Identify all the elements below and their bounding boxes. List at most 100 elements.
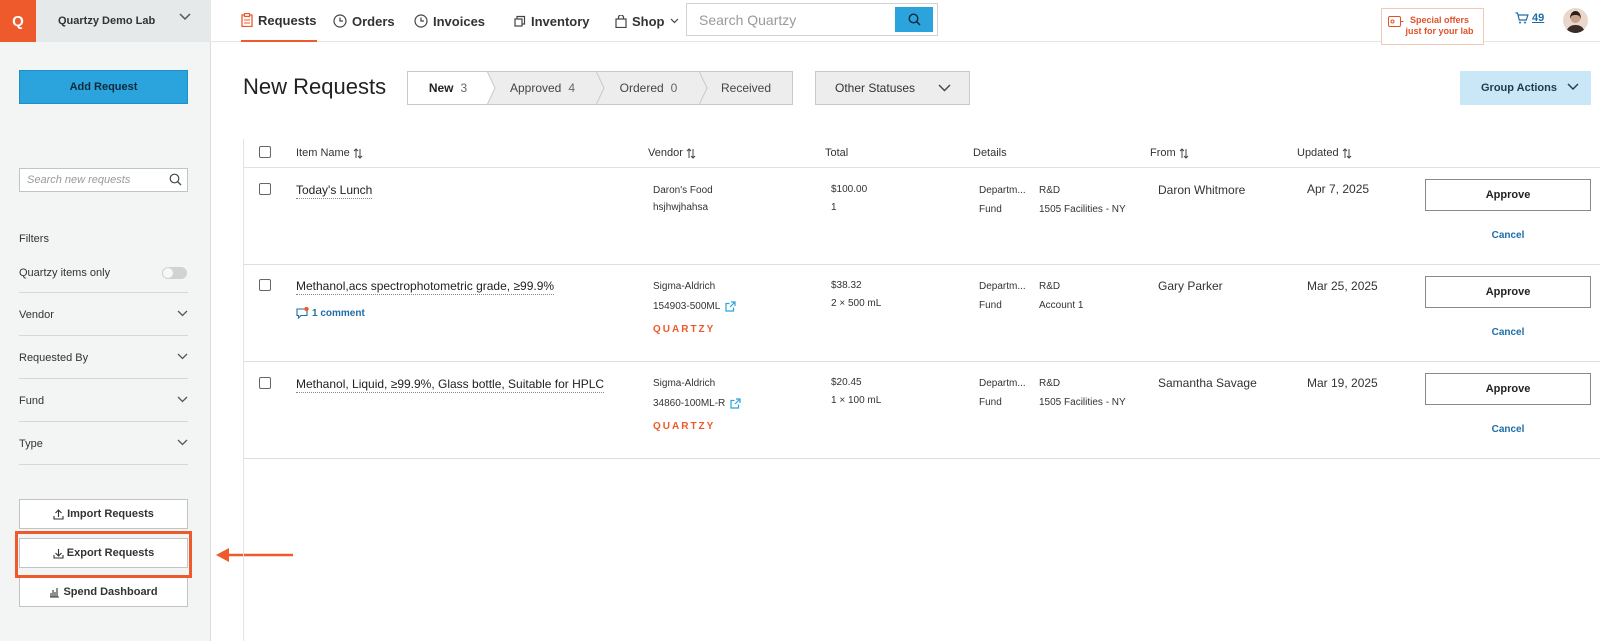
approve-button[interactable]: Approve (1425, 179, 1591, 211)
nav-orders[interactable]: Orders (333, 0, 395, 42)
department-value: R&D (1039, 185, 1061, 196)
updated-date: Apr 7, 2025 (1307, 182, 1370, 196)
total-price: $38.32 (831, 280, 862, 291)
page-title: New Requests (243, 74, 387, 99)
table-row: Today's Lunch Daron's Food hsjhwjhahsa $… (244, 168, 1600, 265)
search-icon (907, 13, 921, 26)
cancel-link[interactable]: Cancel (1425, 230, 1591, 241)
quantity: 2 × 500 mL (831, 298, 882, 309)
approve-button[interactable]: Approve (1425, 276, 1591, 308)
tab-ordered-count: 0 (670, 81, 678, 95)
chevron-down-icon (177, 353, 188, 360)
fund-value: Account 1 (1039, 300, 1084, 311)
col-updated[interactable]: Updated (1297, 147, 1352, 159)
row-checkbox[interactable] (259, 183, 271, 195)
spend-dashboard-button[interactable]: Spend Dashboard (19, 577, 188, 607)
cancel-link[interactable]: Cancel (1425, 327, 1591, 338)
upload-icon (53, 508, 64, 520)
nav-invoices[interactable]: Invoices (414, 0, 485, 42)
col-item-name[interactable]: Item Name (296, 147, 363, 159)
external-link-icon[interactable] (725, 301, 736, 312)
select-all-checkbox[interactable] (259, 146, 271, 158)
global-search-input[interactable] (687, 4, 892, 35)
filter-vendor[interactable]: Vendor (19, 293, 188, 336)
filter-fund-label: Fund (19, 395, 45, 407)
sidebar-search (19, 168, 188, 192)
nav-requests[interactable]: Requests (241, 0, 317, 42)
global-search (686, 3, 938, 36)
chevron-separator (596, 71, 605, 105)
spend-dashboard-label: Spend Dashboard (63, 586, 158, 598)
cancel-link[interactable]: Cancel (1425, 424, 1591, 435)
requested-from: Samantha Savage (1158, 376, 1257, 390)
other-statuses-label: Other Statuses (835, 81, 916, 95)
comment-icon (296, 307, 309, 319)
sort-icon (353, 147, 363, 159)
tab-new[interactable]: New 3 (407, 71, 496, 105)
tab-approved[interactable]: Approved 4 (488, 71, 605, 105)
fund-label: Fund (979, 397, 1002, 408)
filter-fund[interactable]: Fund (19, 379, 188, 422)
chevron-separator (487, 71, 496, 105)
row-checkbox[interactable] (259, 279, 271, 291)
nav-inventory[interactable]: Inventory (514, 0, 590, 42)
quartzy-logo[interactable]: Q (0, 0, 36, 42)
item-name-link[interactable]: Methanol,acs spectrophotometric grade, ≥… (296, 279, 555, 295)
requested-from: Gary Parker (1158, 279, 1223, 293)
nav-shop[interactable]: Shop (615, 0, 679, 42)
cart-count: 49 (1532, 12, 1545, 24)
col-from[interactable]: From (1150, 147, 1189, 159)
bar-chart-icon (50, 587, 60, 598)
clock-icon (333, 14, 347, 28)
bag-icon (615, 14, 627, 28)
tab-ordered[interactable]: Ordered 0 (597, 71, 708, 105)
filter-requested-by[interactable]: Requested By (19, 336, 188, 379)
comment-link[interactable]: 1 comment (296, 307, 365, 319)
user-avatar[interactable] (1563, 8, 1588, 33)
approve-button[interactable]: Approve (1425, 373, 1591, 405)
search-requests-input[interactable] (20, 169, 165, 191)
import-requests-button[interactable]: Import Requests (19, 499, 188, 529)
external-link-icon[interactable] (730, 398, 741, 409)
quantity: 1 × 100 mL (831, 395, 882, 406)
item-name-link[interactable]: Methanol, Liquid, ≥99.9%, Glass bottle, … (296, 377, 605, 393)
row-checkbox[interactable] (259, 377, 271, 389)
quantity: 1 (831, 202, 837, 213)
quartzy-badge: QUARTZY (653, 421, 716, 432)
quartzy-items-only-label: Quartzy items only (19, 267, 111, 279)
filter-type[interactable]: Type (19, 422, 188, 465)
ticket-icon (1388, 16, 1404, 27)
chevron-down-icon (670, 18, 678, 24)
quartzy-items-only-filter: Quartzy items only (19, 260, 188, 293)
catalog-number: 34860-100ML-R (653, 398, 741, 409)
nav-invoices-label: Invoices (433, 13, 486, 29)
tab-received-label: Received (720, 81, 772, 95)
catalog-number-text: 154903-500ML (653, 301, 721, 312)
quartzy-badge: QUARTZY (653, 324, 716, 335)
chevron-down-icon (179, 13, 191, 21)
col-item-name-label: Item Name (296, 147, 350, 159)
col-total-label: Total (825, 147, 849, 159)
item-name-link[interactable]: Today's Lunch (296, 183, 373, 199)
quartzy-items-only-toggle[interactable] (162, 267, 187, 279)
add-request-button[interactable]: Add Request (19, 70, 188, 104)
chevron-down-icon (177, 396, 188, 403)
special-offers-banner[interactable]: Special offers just for your lab (1381, 8, 1484, 45)
import-requests-label: Import Requests (67, 508, 154, 520)
group-actions-dropdown[interactable]: Group Actions (1460, 71, 1591, 105)
clock-icon (414, 14, 428, 28)
offers-line-2: just for your lab (1405, 26, 1474, 36)
sort-icon (1179, 147, 1189, 159)
requested-from: Daron Whitmore (1158, 183, 1246, 197)
lab-switcher[interactable]: Quartzy Demo Lab (36, 0, 211, 42)
other-statuses-dropdown[interactable]: Other Statuses (815, 71, 970, 105)
cart-link[interactable]: 49 (1515, 12, 1544, 24)
col-total: Total (825, 147, 848, 159)
col-vendor[interactable]: Vendor (648, 147, 696, 159)
tab-received[interactable]: Received (700, 71, 793, 105)
status-tabs: New 3 Approved 4 Ordered 0 Received (407, 71, 793, 105)
offers-line-1: Special offers (1409, 15, 1470, 25)
search-button[interactable] (895, 7, 933, 32)
total-price: $100.00 (831, 184, 868, 195)
sort-icon (686, 147, 696, 159)
